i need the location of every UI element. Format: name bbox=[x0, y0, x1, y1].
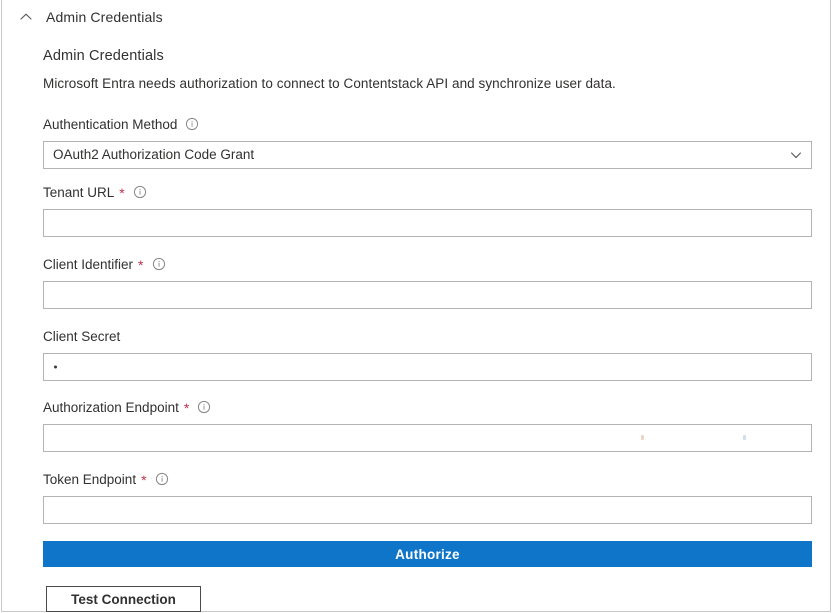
authorize-button[interactable]: Authorize bbox=[43, 541, 812, 567]
render-artifact-dot bbox=[743, 435, 746, 440]
chevron-down-icon[interactable] bbox=[781, 142, 811, 168]
info-circle-icon[interactable] bbox=[133, 185, 147, 199]
field-authentication-method: Authentication Method OAuth2 Authorizati… bbox=[43, 115, 812, 169]
admin-credentials-screen: Admin Credentials Admin Credentials Micr… bbox=[0, 0, 837, 613]
required-asterisk: * bbox=[184, 401, 189, 415]
label-authorization-endpoint: Authorization Endpoint * bbox=[43, 398, 812, 416]
authorization-endpoint-input-wrap bbox=[43, 424, 812, 452]
label-text: Authorization Endpoint bbox=[43, 400, 179, 415]
info-circle-icon[interactable] bbox=[155, 472, 169, 486]
label-text: Client Identifier bbox=[43, 257, 133, 272]
field-token-endpoint: Token Endpoint * bbox=[43, 470, 812, 524]
render-artifact-dot bbox=[641, 435, 644, 440]
label-text: Client Secret bbox=[43, 329, 120, 344]
info-circle-icon[interactable] bbox=[197, 400, 211, 414]
test-connection-button[interactable]: Test Connection bbox=[46, 586, 201, 612]
label-text: Token Endpoint bbox=[43, 472, 136, 487]
authentication-method-combobox[interactable]: OAuth2 Authorization Code Grant bbox=[43, 141, 812, 169]
required-asterisk: * bbox=[119, 186, 124, 200]
description-text: Microsoft Entra needs authorization to c… bbox=[43, 76, 616, 91]
info-circle-icon[interactable] bbox=[185, 117, 199, 131]
label-authentication-method: Authentication Method bbox=[43, 115, 812, 133]
info-circle-icon[interactable] bbox=[152, 257, 166, 271]
label-text: Authentication Method bbox=[43, 117, 177, 132]
label-token-endpoint: Token Endpoint * bbox=[43, 470, 812, 488]
field-client-identifier: Client Identifier * bbox=[43, 255, 812, 309]
section-header-admin-credentials[interactable]: Admin Credentials bbox=[2, 0, 830, 33]
label-tenant-url: Tenant URL * bbox=[43, 183, 812, 201]
field-authorization-endpoint: Authorization Endpoint * bbox=[43, 398, 812, 452]
field-client-secret: Client Secret bbox=[43, 327, 812, 381]
client-secret-input[interactable] bbox=[43, 353, 812, 381]
authorization-endpoint-input[interactable] bbox=[43, 424, 812, 452]
tenant-url-input[interactable] bbox=[43, 209, 812, 237]
label-client-secret: Client Secret bbox=[43, 327, 812, 345]
required-asterisk: * bbox=[138, 258, 143, 272]
token-endpoint-input[interactable] bbox=[43, 496, 812, 524]
client-secret-field[interactable] bbox=[43, 353, 812, 381]
authentication-method-value[interactable]: OAuth2 Authorization Code Grant bbox=[43, 141, 812, 169]
label-client-identifier: Client Identifier * bbox=[43, 255, 812, 273]
masked-secret-dot bbox=[54, 366, 57, 369]
field-tenant-url: Tenant URL * bbox=[43, 183, 812, 237]
client-identifier-input[interactable] bbox=[43, 281, 812, 309]
required-asterisk: * bbox=[141, 473, 146, 487]
chevron-up-icon[interactable] bbox=[10, 1, 42, 33]
admin-credentials-panel: Admin Credentials Admin Credentials Micr… bbox=[1, 0, 831, 612]
sub-heading: Admin Credentials bbox=[43, 48, 164, 64]
section-header-title: Admin Credentials bbox=[46, 10, 163, 24]
label-text: Tenant URL bbox=[43, 185, 114, 200]
